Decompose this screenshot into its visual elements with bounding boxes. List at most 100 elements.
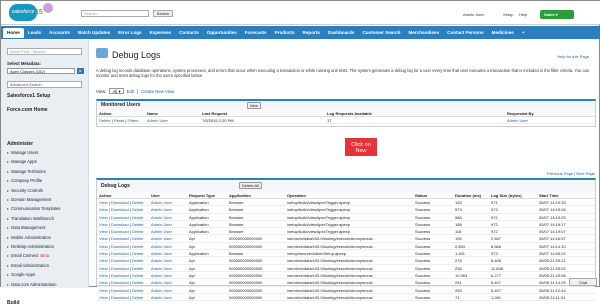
tab-dashboards[interactable]: Dashboards — [324, 30, 359, 35]
search-button[interactable]: Search — [153, 10, 173, 17]
sidebar-item[interactable]: ▸ Mobile Administration — [7, 235, 51, 240]
download-link[interactable]: Download — [111, 222, 129, 227]
expand-triangle-icon[interactable]: ▸ — [7, 150, 9, 155]
expand-triangle-icon[interactable]: ▸ — [7, 169, 9, 174]
expand-triangle-icon[interactable]: ▸ — [7, 206, 9, 211]
tab-medicines[interactable]: Medicines — [488, 30, 518, 35]
download-link[interactable]: Download — [111, 236, 129, 241]
delete-link[interactable]: Delete — [132, 273, 144, 278]
view-link[interactable]: View — [99, 236, 108, 241]
tab-error-logs[interactable]: Error Logs — [114, 30, 145, 35]
salesforce-logo[interactable]: salesforce — [9, 4, 37, 21]
delete-link[interactable]: Delete — [132, 200, 144, 205]
user-link[interactable]: Admin User — [149, 287, 187, 293]
metadata-go-button[interactable]: ▸ — [77, 68, 84, 74]
tab--[interactable]: + — [518, 30, 529, 35]
tab-leads[interactable]: Leads — [24, 30, 45, 35]
download-link[interactable]: Download — [111, 258, 129, 263]
sidebar-item[interactable]: ▸ Desktop Administration — [7, 244, 54, 249]
filters-link[interactable]: Filters — [128, 118, 139, 123]
tab-home[interactable]: Home — [3, 27, 24, 38]
view-link[interactable]: View — [99, 215, 108, 220]
advanced-search-button[interactable]: Advanced Search — [7, 81, 82, 88]
view-link[interactable]: View — [99, 266, 108, 271]
view-link[interactable]: View — [99, 273, 108, 278]
delete-link[interactable]: Delete — [132, 295, 144, 300]
sidebar-item[interactable]: ▸ Communication Templates — [7, 206, 60, 211]
sidebar-item[interactable]: ▸ Manage Users — [7, 150, 38, 155]
user-link[interactable]: Admin User — [149, 257, 187, 263]
download-link[interactable]: Download — [111, 273, 129, 278]
view-link[interactable]: View — [99, 244, 108, 249]
edit-view-link[interactable]: Edit — [127, 89, 134, 94]
expand-triangle-icon[interactable]: ▸ — [7, 282, 9, 287]
user-link[interactable]: Admin User — [149, 294, 187, 300]
tab-contact-persons[interactable]: Contact Persons — [443, 30, 488, 35]
delete-link[interactable]: Delete — [132, 222, 144, 227]
new-button[interactable]: New — [247, 102, 262, 109]
delete-link[interactable]: Delete — [132, 215, 144, 220]
download-link[interactable]: Download — [111, 200, 129, 205]
user-link[interactable]: Admin User — [149, 221, 187, 227]
delete-link[interactable]: Delete — [132, 266, 144, 271]
expand-triangle-icon[interactable]: ▸ — [7, 178, 9, 183]
delete-all-button[interactable]: Delete All — [239, 182, 262, 189]
expand-triangle-icon[interactable]: ▸ — [7, 216, 9, 221]
view-link[interactable]: View — [99, 200, 108, 205]
help-link[interactable]: Help — [519, 12, 527, 17]
next-page-link[interactable]: Next Page — [576, 171, 595, 176]
tab-products[interactable]: Products — [271, 30, 299, 35]
sidebar-item[interactable]: ▸ Company Profile — [7, 178, 42, 183]
user-link[interactable]: Admin User — [149, 206, 187, 212]
sidebar-item[interactable]: ▸ Manage Territories — [7, 169, 46, 174]
sidebar-item[interactable]: ▸ Email Administration — [7, 263, 49, 268]
sidebar-item[interactable]: ▸ Email Connect BETA — [7, 253, 49, 258]
tab-forecasts[interactable]: Forecasts — [241, 30, 271, 35]
delete-link[interactable]: Delete — [132, 207, 144, 212]
view-select[interactable]: All ▾ — [109, 88, 124, 94]
user-link[interactable]: Admin User — [149, 265, 187, 271]
download-link[interactable]: Download — [111, 207, 129, 212]
view-link[interactable]: View — [99, 222, 108, 227]
sidebar-item[interactable]: ▸ Manage Apps — [7, 159, 37, 164]
expand-triangle-icon[interactable]: ▸ — [7, 225, 9, 230]
tab-reports[interactable]: Reports — [299, 30, 324, 35]
sidebar-item[interactable]: ▸ Data Management — [7, 225, 46, 230]
expand-triangle-icon[interactable]: ▸ — [7, 235, 9, 240]
expand-triangle-icon[interactable]: ▸ — [7, 197, 9, 202]
tab-opportunities[interactable]: Opportunities — [203, 30, 241, 35]
forcecom-home-link[interactable]: Force.com Home — [7, 107, 48, 113]
expand-triangle-icon[interactable]: ▸ — [7, 272, 9, 277]
sidebar-item[interactable]: ▸ Domain Management — [7, 197, 51, 202]
global-search-input[interactable]: Search... — [81, 10, 149, 17]
expand-triangle-icon[interactable]: ▸ — [7, 188, 9, 193]
delete-link[interactable]: Delete — [132, 258, 144, 263]
create-new-view-link[interactable]: Create New View — [141, 89, 174, 94]
previous-page-link[interactable]: Previous Page — [547, 171, 573, 176]
delete-link[interactable]: Delete — [132, 251, 144, 256]
user-link[interactable]: Admin User — [149, 228, 187, 234]
expand-triangle-icon[interactable]: ▸ — [7, 159, 9, 164]
delete-link[interactable]: Delete — [132, 244, 144, 249]
app-menu[interactable]: Sales ▾ — [540, 10, 574, 19]
user-link[interactable]: Admin User — [149, 272, 187, 278]
sidebar-item[interactable]: ▸ Security Controls — [7, 188, 43, 193]
user-link[interactable]: Admin User — [149, 243, 187, 249]
tab-merchandises[interactable]: Merchandises — [404, 30, 443, 35]
view-link[interactable]: View — [99, 280, 108, 285]
delete-link[interactable]: Delete — [99, 118, 111, 123]
view-link[interactable]: View — [99, 288, 108, 293]
expand-triangle-icon[interactable]: ▸ — [7, 244, 9, 249]
salesforce1-setup-link[interactable]: Salesforce1 Setup — [7, 93, 50, 99]
user-link[interactable]: Admin User — [149, 279, 187, 285]
delete-link[interactable]: Delete — [132, 280, 144, 285]
setup-link[interactable]: Setup — [503, 12, 513, 17]
delete-link[interactable]: Delete — [132, 229, 144, 234]
expand-triangle-icon[interactable]: ▸ — [7, 253, 9, 258]
sidebar-item[interactable]: ▸ Translation Workbench — [7, 216, 54, 221]
delete-link[interactable]: Delete — [132, 288, 144, 293]
user-link[interactable]: Admin User — [149, 250, 187, 256]
tab-contacts[interactable]: Contacts — [175, 30, 203, 35]
download-link[interactable]: Download — [111, 244, 129, 249]
tab-expenses[interactable]: Expenses — [146, 30, 175, 35]
